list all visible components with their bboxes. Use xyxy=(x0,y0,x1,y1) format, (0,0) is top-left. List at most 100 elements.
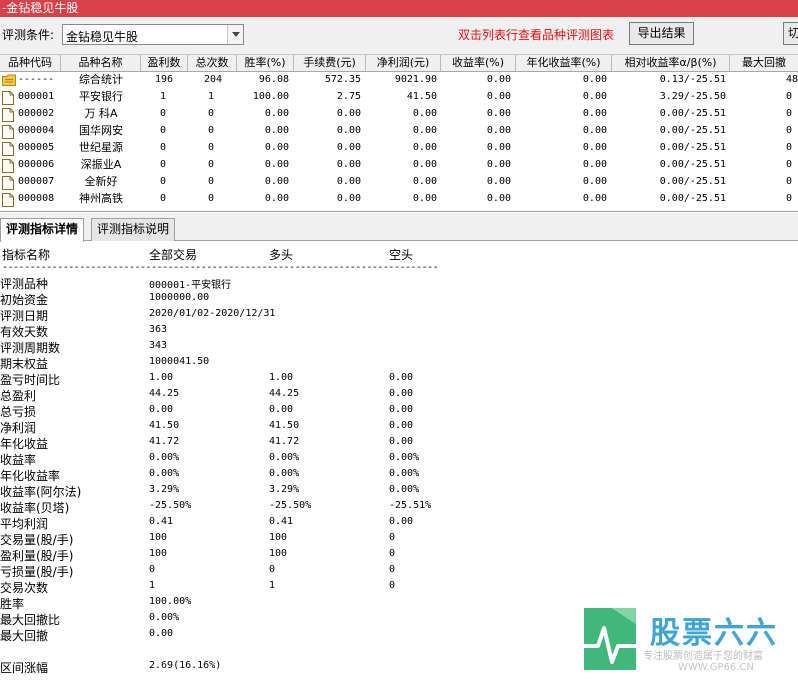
cell-total: 1 xyxy=(207,91,214,102)
detail-value-all: 100 xyxy=(149,532,168,543)
cell-drawdown: 0 xyxy=(786,125,793,136)
col-header-return[interactable]: 收益率(%) xyxy=(441,55,516,71)
cell-drawdown: 0 xyxy=(786,108,793,119)
cell-relative: 0.00/-25.51 xyxy=(659,142,726,153)
col-header-code[interactable]: 品种代码 xyxy=(0,55,61,71)
tab-explain[interactable]: 评测指标说明 xyxy=(91,218,176,241)
detail-label: 评测周期数 xyxy=(0,341,61,355)
detail-value-long: 44.25 xyxy=(269,388,300,399)
detail-header-long: 多头 xyxy=(269,248,294,262)
detail-value-short: 0 xyxy=(389,532,396,543)
cell-code: 000002 xyxy=(18,108,55,119)
table-row[interactable]: 000008 神州高铁 0 0 0.00 0.00 0.00 0.00 0.00… xyxy=(0,191,798,208)
detail-value-long: 1 xyxy=(269,580,276,591)
detail-value-all: 0.00 xyxy=(149,404,174,415)
cell-drawdown: 48 xyxy=(786,74,798,85)
detail-row: 净利润 41.50 41.50 0.00 xyxy=(0,419,560,435)
detail-label: 总亏损 xyxy=(0,405,37,419)
gp66-logo-icon xyxy=(584,608,636,670)
cell-return: 0.00 xyxy=(486,176,511,187)
export-button[interactable]: 导出结果 xyxy=(629,22,694,45)
detail-header-short: 空头 xyxy=(389,248,414,262)
condition-select[interactable]: 金钻稳见牛股 xyxy=(62,24,244,45)
detail-row: 收益率 0.00% 0.00% 0.00% xyxy=(0,451,560,467)
cell-profit: 0.00 xyxy=(412,125,437,136)
detail-label: 最大回撤 xyxy=(0,629,49,643)
cell-fee: 0.00 xyxy=(336,193,361,204)
table-row[interactable]: 000002 万 科A 0 0 0.00 0.00 0.00 0.00 0.00… xyxy=(0,106,798,123)
detail-label: 有效天数 xyxy=(0,325,49,339)
detail-value-all: 2020/01/02-2020/12/31 xyxy=(149,308,276,319)
detail-label: 净利润 xyxy=(0,421,37,435)
cell-wins: 0 xyxy=(159,142,166,153)
col-header-profit[interactable]: 净利润(元) xyxy=(366,55,441,71)
detail-value-all: 0 xyxy=(149,564,156,575)
col-header-winrate[interactable]: 胜率(%) xyxy=(237,55,294,71)
cell-annual: 0.00 xyxy=(582,91,607,102)
detail-label: 评测品种 xyxy=(0,277,49,291)
detail-value-all: 0.00 xyxy=(149,628,174,639)
col-header-name[interactable]: 品种名称 xyxy=(61,55,141,71)
detail-row: 总盈利 44.25 44.25 0.00 xyxy=(0,387,560,403)
hint-text: 双击列表行查看品种评测图表 xyxy=(458,28,615,42)
detail-separator: ----------------------------------------… xyxy=(2,262,438,273)
detail-row: 评测日期 2020/01/02-2020/12/31 xyxy=(0,307,560,323)
detail-value-all: 0.00% xyxy=(149,468,180,479)
detail-value-all: 1.00 xyxy=(149,372,174,383)
table-row[interactable]: 000005 世纪星源 0 0 0.00 0.00 0.00 0.00 0.00… xyxy=(0,140,798,157)
cell-wins: 0 xyxy=(159,125,166,136)
detail-value-all: 1 xyxy=(149,580,156,591)
detail-value-long: 100 xyxy=(269,548,288,559)
detail-value-all: 0.41 xyxy=(149,516,174,527)
table-row[interactable]: 000007 全新好 0 0 0.00 0.00 0.00 0.00 0.00 … xyxy=(0,174,798,191)
detail-label: 年化收益 xyxy=(0,437,49,451)
chevron-down-icon[interactable] xyxy=(227,25,243,44)
cell-winrate: 0.00 xyxy=(264,108,289,119)
detail-value-all: 0.00% xyxy=(149,452,180,463)
col-header-wins[interactable]: 盈利数 xyxy=(141,55,188,71)
detail-value-short: 0 xyxy=(389,548,396,559)
cell-drawdown: 0 xyxy=(786,193,793,204)
cell-name: 全新好 xyxy=(84,175,118,188)
detail-row: 收益率(阿尔法) 3.29% 3.29% 0.00% xyxy=(0,483,560,499)
cell-profit: 0.00 xyxy=(412,159,437,170)
cell-winrate: 0.00 xyxy=(264,125,289,136)
table-row[interactable]: 000006 深振业A 0 0 0.00 0.00 0.00 0.00 0.00… xyxy=(0,157,798,174)
col-header-drawdown[interactable]: 最大回撤 xyxy=(730,55,798,71)
tab-detail[interactable]: 评测指标详情 xyxy=(0,218,85,242)
col-header-total[interactable]: 总次数 xyxy=(188,55,237,71)
detail-value-all: 41.50 xyxy=(149,420,180,431)
col-header-annual[interactable]: 年化收益率(%) xyxy=(516,55,612,71)
cell-wins: 196 xyxy=(154,74,173,85)
watermark-title: 股票六六 xyxy=(650,616,778,651)
cell-name: 国华网安 xyxy=(79,124,123,137)
cell-return: 0.00 xyxy=(486,74,511,85)
col-header-relative[interactable]: 相对收益率α/β(%) xyxy=(612,55,730,71)
cell-return: 0.00 xyxy=(486,159,511,170)
detail-label: 交易量(股/手) xyxy=(0,533,74,547)
cell-total: 0 xyxy=(207,159,214,170)
condition-value: 金钻稳见牛股 xyxy=(66,30,139,44)
cell-code: 000007 xyxy=(18,176,55,187)
cell-code: 000006 xyxy=(18,159,55,170)
cell-wins: 0 xyxy=(159,176,166,187)
detail-value-short: 0.00 xyxy=(389,372,414,383)
detail-row: 盈亏时间比 1.00 1.00 0.00 xyxy=(0,371,560,387)
table-row[interactable]: 000001 平安银行 1 1 100.00 2.75 41.50 0.00 0… xyxy=(0,89,798,106)
col-header-fee[interactable]: 手续费(元) xyxy=(294,55,366,71)
table-row[interactable]: ------ 综合统计 196 204 96.08 572.35 9021.90… xyxy=(0,72,798,89)
cell-total: 0 xyxy=(207,108,214,119)
cell-fee: 0.00 xyxy=(336,108,361,119)
cell-drawdown: 0 xyxy=(786,142,793,153)
detail-value-long: 0.00 xyxy=(269,404,294,415)
cut-button[interactable]: 切 xyxy=(783,22,798,45)
condition-label: 评测条件: xyxy=(2,28,55,42)
cell-total: 0 xyxy=(207,142,214,153)
cell-code: 000001 xyxy=(18,91,55,102)
detail-label: 交易次数 xyxy=(0,581,49,595)
table-row[interactable]: 000004 国华网安 0 0 0.00 0.00 0.00 0.00 0.00… xyxy=(0,123,798,140)
cell-code: 000004 xyxy=(18,125,55,136)
detail-value-short: 0.00 xyxy=(389,436,414,447)
detail-value-all: 44.25 xyxy=(149,388,180,399)
cell-winrate: 0.00 xyxy=(264,159,289,170)
